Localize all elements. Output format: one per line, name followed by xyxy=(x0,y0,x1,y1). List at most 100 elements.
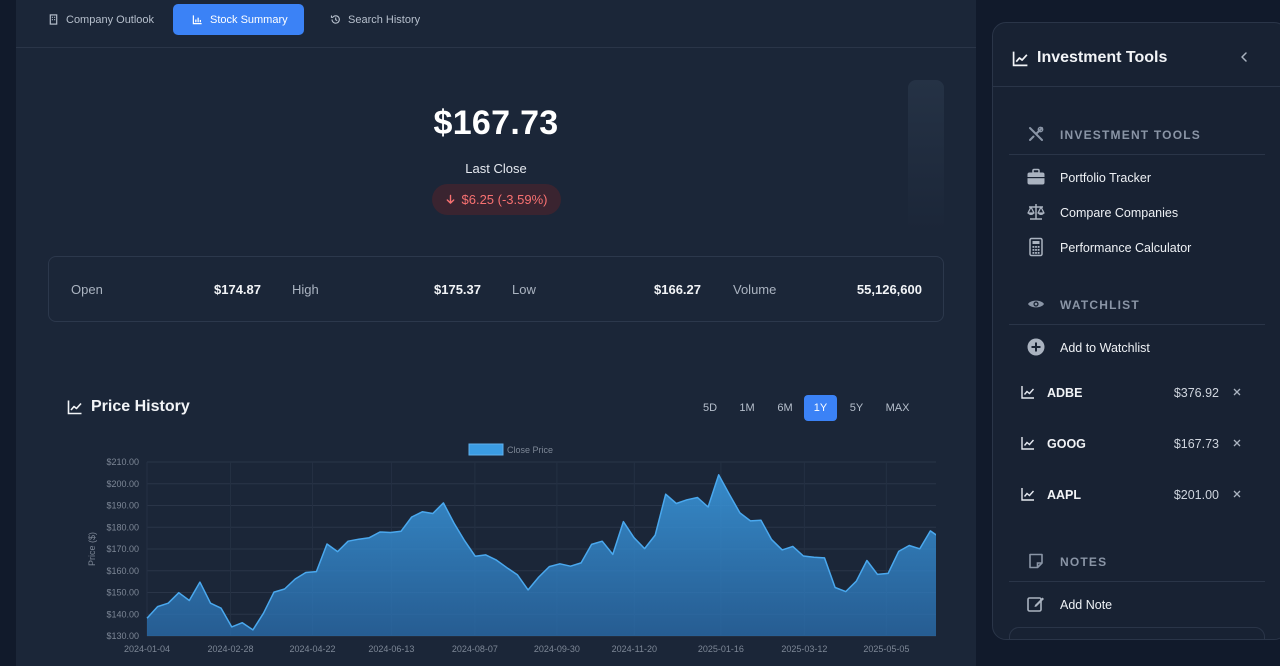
y-tick-label: $200.00 xyxy=(106,479,139,489)
chevron-left-icon[interactable] xyxy=(1237,50,1251,64)
item-label: Add Note xyxy=(1060,598,1113,612)
watchlist-item-goog[interactable]: GOOG $167.73 xyxy=(1009,429,1265,457)
line-chart-icon xyxy=(1021,386,1035,399)
tab-label: Stock Summary xyxy=(210,13,288,26)
y-tick-label: $190.00 xyxy=(106,501,139,511)
eye-icon xyxy=(1028,300,1044,308)
tab-label: Search History xyxy=(348,13,421,26)
compare-companies-item[interactable]: Compare Companies xyxy=(1009,198,1265,226)
last-close-price: $167.73 xyxy=(433,104,559,142)
watchlist-price: $167.73 xyxy=(1173,437,1219,451)
watchlist-price: $201.00 xyxy=(1173,488,1219,502)
item-label: Add to Watchlist xyxy=(1060,341,1150,355)
y-axis-label: Price ($) xyxy=(87,532,97,566)
line-chart-icon xyxy=(67,400,82,415)
range-1m-button[interactable]: 1M xyxy=(728,395,766,421)
y-tick-label: $170.00 xyxy=(106,544,139,554)
watchlist-section: WATCHLIST xyxy=(1009,293,1265,325)
y-tick-label: $180.00 xyxy=(106,522,139,532)
legend-swatch xyxy=(468,443,504,456)
x-tick-label: 2024-02-28 xyxy=(207,644,253,654)
price-history-chart: $130.00 $140.00 $150.00 $160.00 $170.00 $180.… xyxy=(87,443,936,654)
plus-circle-icon xyxy=(1027,338,1045,356)
section-title: WATCHLIST xyxy=(1060,298,1140,312)
building-icon xyxy=(49,14,58,25)
low-label: Low xyxy=(512,282,536,297)
main-panel: Company Outlook Stock Summary Search His… xyxy=(16,0,976,666)
tab-company-outlook[interactable]: Company Outlook xyxy=(38,4,164,35)
range-6m-button[interactable]: 6M xyxy=(766,395,804,421)
line-chart-icon xyxy=(1021,488,1035,501)
tab-bar: Company Outlook Stock Summary Search His… xyxy=(16,0,976,48)
high-label: High xyxy=(292,282,319,297)
add-note-button[interactable]: Add Note xyxy=(1009,590,1265,618)
watchlist-price: $376.92 xyxy=(1173,386,1219,400)
range-1y-button[interactable]: 1Y xyxy=(804,395,837,421)
item-label: Compare Companies xyxy=(1060,206,1179,220)
volume-value: 55,126,600 xyxy=(856,282,922,297)
x-tick-label: 2024-08-07 xyxy=(452,644,498,654)
y-tick-label: $150.00 xyxy=(106,588,139,598)
y-tick-label: $160.00 xyxy=(106,566,139,576)
range-5d-button[interactable]: 5D xyxy=(692,395,728,421)
price-change-badge: $6.25 (-3.59%) xyxy=(431,184,561,215)
item-label: Portfolio Tracker xyxy=(1060,171,1152,185)
x-tick-label: 2024-11-20 xyxy=(612,644,657,654)
bar-chart-icon xyxy=(192,15,202,25)
price-summary: $167.73 Last Close $6.25 (-3.59%) xyxy=(16,104,976,215)
close-icon[interactable] xyxy=(1231,437,1243,449)
stats-card: Open $174.87 High $175.37 Low $166.27 Vo… xyxy=(48,256,944,322)
investment-tools-section: INVESTMENT TOOLS xyxy=(1009,123,1265,155)
note-card xyxy=(1009,627,1265,639)
last-close-label: Last Close xyxy=(465,161,527,176)
notes-section: NOTES xyxy=(1009,550,1265,582)
x-tick-label: 2025-05-05 xyxy=(863,644,909,654)
y-tick-label: $140.00 xyxy=(106,609,139,619)
watchlist-symbol: GOOG xyxy=(1047,437,1086,451)
x-tick-label: 2025-03-12 xyxy=(781,644,827,654)
y-tick-label: $130.00 xyxy=(106,631,139,641)
tab-stock-summary[interactable]: Stock Summary xyxy=(173,4,304,35)
portfolio-tracker-item[interactable]: Portfolio Tracker xyxy=(1009,163,1265,191)
price-change-text: $6.25 (-3.59%) xyxy=(461,192,548,207)
tab-search-history[interactable]: Search History xyxy=(320,4,430,35)
close-icon[interactable] xyxy=(1231,488,1243,500)
open-label: Open xyxy=(71,282,103,297)
price-history-label: Price History xyxy=(91,398,190,415)
watchlist-item-aapl[interactable]: AAPL $201.00 xyxy=(1009,480,1265,508)
scale-icon xyxy=(1027,204,1045,220)
line-chart-icon xyxy=(1012,51,1028,67)
range-selector: 5D 1M 6M 1Y 5Y MAX xyxy=(692,395,919,421)
tools-icon xyxy=(1029,126,1044,141)
volume-label: Volume xyxy=(733,282,777,297)
price-history-title: Price History xyxy=(67,398,190,416)
open-value: $174.87 xyxy=(214,282,261,297)
x-tick-label: 2024-06-13 xyxy=(368,644,414,654)
note-icon xyxy=(1029,553,1043,569)
legend-label: Close Price xyxy=(507,445,553,455)
y-tick-label: $210.00 xyxy=(106,457,139,467)
close-icon[interactable] xyxy=(1231,386,1243,398)
range-max-button[interactable]: MAX xyxy=(876,395,919,421)
x-tick-label: 2024-01-04 xyxy=(124,644,170,654)
x-tick-label: 2025-01-16 xyxy=(698,644,744,654)
investment-tools-sidebar: Investment Tools INVESTMENT TOOLS Portfo… xyxy=(992,22,1280,640)
x-tick-label: 2024-04-22 xyxy=(289,644,335,654)
high-value: $175.37 xyxy=(434,282,481,297)
tab-label: Company Outlook xyxy=(66,13,155,26)
performance-calculator-item[interactable]: Performance Calculator xyxy=(1009,233,1265,261)
edit-icon xyxy=(1027,597,1044,612)
close-price-area xyxy=(147,474,936,636)
calculator-icon xyxy=(1029,237,1043,257)
arrow-down-icon xyxy=(446,194,454,204)
watchlist-symbol: AAPL xyxy=(1047,488,1082,502)
briefcase-icon xyxy=(1027,168,1045,185)
x-tick-label: 2024-09-30 xyxy=(534,644,580,654)
add-to-watchlist-button[interactable]: Add to Watchlist xyxy=(1009,333,1265,361)
sidebar-title: Investment Tools xyxy=(1037,49,1168,66)
item-label: Performance Calculator xyxy=(1060,241,1192,255)
watchlist-item-adbe[interactable]: ADBE $376.92 xyxy=(1009,378,1265,406)
range-5y-button[interactable]: 5Y xyxy=(837,395,876,421)
low-value: $166.27 xyxy=(654,282,701,297)
section-title: NOTES xyxy=(1060,555,1108,569)
